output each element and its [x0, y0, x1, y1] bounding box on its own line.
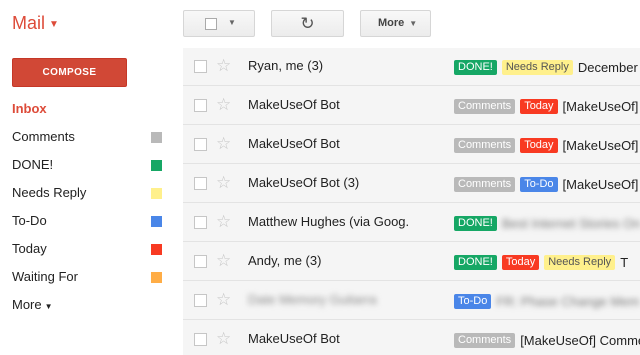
- email-subject: [MakeUseOf]: [562, 176, 639, 192]
- label-badge[interactable]: Comments: [454, 332, 516, 348]
- label-badge[interactable]: To-Do: [520, 176, 558, 192]
- email-subject: FR: Phase Change Mem: [496, 293, 640, 309]
- email-row[interactable]: ☆ Date Memory Guitarra To-Do FR: Phase Chan…: [183, 282, 640, 320]
- email-sender: MakeUseOf Bot: [248, 136, 340, 151]
- email-labels: Comments Today [MakeUseOf]: [454, 98, 638, 114]
- email-row[interactable]: ☆ MakeUseOf Bot Comments Today [MakeUseOf]: [183, 126, 640, 164]
- email-sender: MakeUseOf Bot: [248, 97, 340, 112]
- email-labels: Comments Today [MakeUseOf]: [454, 137, 638, 153]
- nav-item-text: Needs Reply: [12, 185, 87, 200]
- email-subject: [MakeUseOf] Comme: [520, 332, 640, 348]
- label-color-swatch: [151, 244, 162, 255]
- email-subject: [MakeUseOf]: [562, 137, 639, 153]
- nav-item-label[interactable]: To-Do: [12, 211, 172, 231]
- mail-menu[interactable]: Mail ▼: [12, 13, 59, 34]
- label-badge[interactable]: Needs Reply: [544, 254, 616, 270]
- select-all-button[interactable]: ▼: [183, 10, 255, 37]
- email-labels: DONE! Today Needs Reply T: [454, 254, 628, 270]
- nav-item-text: DONE!: [12, 157, 54, 172]
- star-icon[interactable]: ☆: [216, 251, 231, 271]
- label-color-swatch: [151, 132, 162, 143]
- label-badge[interactable]: Comments: [454, 137, 516, 153]
- chevron-down-icon: ▼: [228, 18, 236, 27]
- label-badge[interactable]: Today: [520, 137, 558, 153]
- label-badge[interactable]: To-Do: [454, 293, 492, 309]
- checkbox-icon: [205, 18, 217, 30]
- more-button[interactable]: More ▼: [360, 10, 431, 37]
- email-labels: Comments [MakeUseOf] Comme: [454, 332, 640, 348]
- nav-item-text: Today: [12, 241, 47, 256]
- nav-item-label[interactable]: Needs Reply: [12, 183, 172, 203]
- star-icon[interactable]: ☆: [216, 56, 231, 76]
- nav-more-text: More: [12, 297, 42, 312]
- nav-item-text: Waiting For: [12, 269, 78, 284]
- nav-item-text: Comments: [12, 129, 75, 144]
- email-subject: December: [577, 59, 638, 75]
- email-sender: MakeUseOf Bot: [248, 331, 340, 346]
- star-icon[interactable]: ☆: [216, 173, 231, 193]
- email-labels: DONE! Best Internet Stories On: [454, 215, 640, 231]
- email-sender: Andy, me (3): [248, 253, 322, 268]
- refresh-icon: ↻: [300, 14, 315, 33]
- nav-item-inbox[interactable]: Inbox: [12, 99, 172, 119]
- email-subject: Best Internet Stories On: [501, 215, 640, 231]
- star-icon[interactable]: ☆: [216, 134, 231, 154]
- label-color-swatch: [151, 188, 162, 199]
- caret-down-icon: ▼: [49, 18, 59, 30]
- email-list: ☆ Ryan, me (3) DONE! Needs Reply December ☆ Ma…: [183, 48, 640, 355]
- nav-item-text: To-Do: [12, 213, 47, 228]
- star-icon[interactable]: ☆: [216, 329, 231, 349]
- label-badge[interactable]: Comments: [454, 176, 516, 192]
- row-checkbox[interactable]: [194, 138, 207, 151]
- email-labels: Comments To-Do [MakeUseOf]: [454, 176, 638, 192]
- app-title: Mail: [12, 13, 46, 33]
- email-row[interactable]: ☆ Andy, me (3) DONE! Today Needs Reply T: [183, 243, 640, 281]
- label-badge[interactable]: Needs Reply: [501, 59, 573, 75]
- email-labels: To-Do FR: Phase Change Mem: [454, 293, 639, 309]
- compose-button[interactable]: COMPOSE: [12, 58, 127, 87]
- email-labels: DONE! Needs Reply December: [454, 59, 638, 75]
- chevron-down-icon: ▼: [409, 19, 418, 28]
- nav-item-label[interactable]: Today: [12, 239, 172, 259]
- top-bar: Mail ▼ ▼ ↻ More ▼: [0, 0, 640, 48]
- star-icon[interactable]: ☆: [216, 290, 231, 310]
- email-sender: Matthew Hughes (via Goog.: [248, 214, 410, 229]
- label-badge[interactable]: Today: [520, 98, 558, 114]
- label-badge[interactable]: DONE!: [454, 215, 497, 231]
- label-color-swatch: [151, 272, 162, 283]
- email-sender: Ryan, me (3): [248, 58, 324, 73]
- label-badge[interactable]: Comments: [454, 98, 516, 114]
- label-badge[interactable]: DONE!: [454, 254, 497, 270]
- more-button-label: More: [378, 17, 405, 29]
- star-icon[interactable]: ☆: [216, 95, 231, 115]
- email-subject: [MakeUseOf]: [562, 98, 639, 114]
- email-sender: Date Memory Guitarra: [248, 292, 377, 307]
- row-checkbox[interactable]: [194, 216, 207, 229]
- row-checkbox[interactable]: [194, 294, 207, 307]
- row-checkbox[interactable]: [194, 255, 207, 268]
- email-sender: MakeUseOf Bot (3): [248, 175, 360, 190]
- star-icon[interactable]: ☆: [216, 212, 231, 232]
- refresh-button[interactable]: ↻: [271, 10, 344, 37]
- row-checkbox[interactable]: [194, 60, 207, 73]
- row-checkbox[interactable]: [194, 333, 207, 346]
- nav-item-label[interactable]: Waiting For: [12, 267, 172, 287]
- email-row[interactable]: ☆ Matthew Hughes (via Goog. DONE! Best Inte…: [183, 204, 640, 242]
- email-row[interactable]: ☆ MakeUseOf Bot Comments Today [MakeUseOf]: [183, 87, 640, 125]
- caret-down-icon: ▼: [44, 302, 53, 311]
- nav-item-more[interactable]: More ▼: [12, 295, 172, 315]
- sidebar: COMPOSE Inbox Comments DONE! Needs Reply To-…: [0, 48, 183, 355]
- email-row[interactable]: ☆ MakeUseOf Bot Comments [MakeUseOf] Comme: [183, 321, 640, 355]
- nav-item-label[interactable]: Comments: [12, 127, 172, 147]
- row-checkbox[interactable]: [194, 99, 207, 112]
- nav-item-label[interactable]: DONE!: [12, 155, 172, 175]
- label-badge[interactable]: Today: [501, 254, 540, 270]
- label-color-swatch: [151, 216, 162, 227]
- email-subject: T: [620, 254, 629, 270]
- email-row[interactable]: ☆ MakeUseOf Bot (3) Comments To-Do [MakeUseO…: [183, 165, 640, 203]
- label-badge[interactable]: DONE!: [454, 59, 497, 75]
- row-checkbox[interactable]: [194, 177, 207, 190]
- email-row[interactable]: ☆ Ryan, me (3) DONE! Needs Reply December: [183, 48, 640, 86]
- label-color-swatch: [151, 160, 162, 171]
